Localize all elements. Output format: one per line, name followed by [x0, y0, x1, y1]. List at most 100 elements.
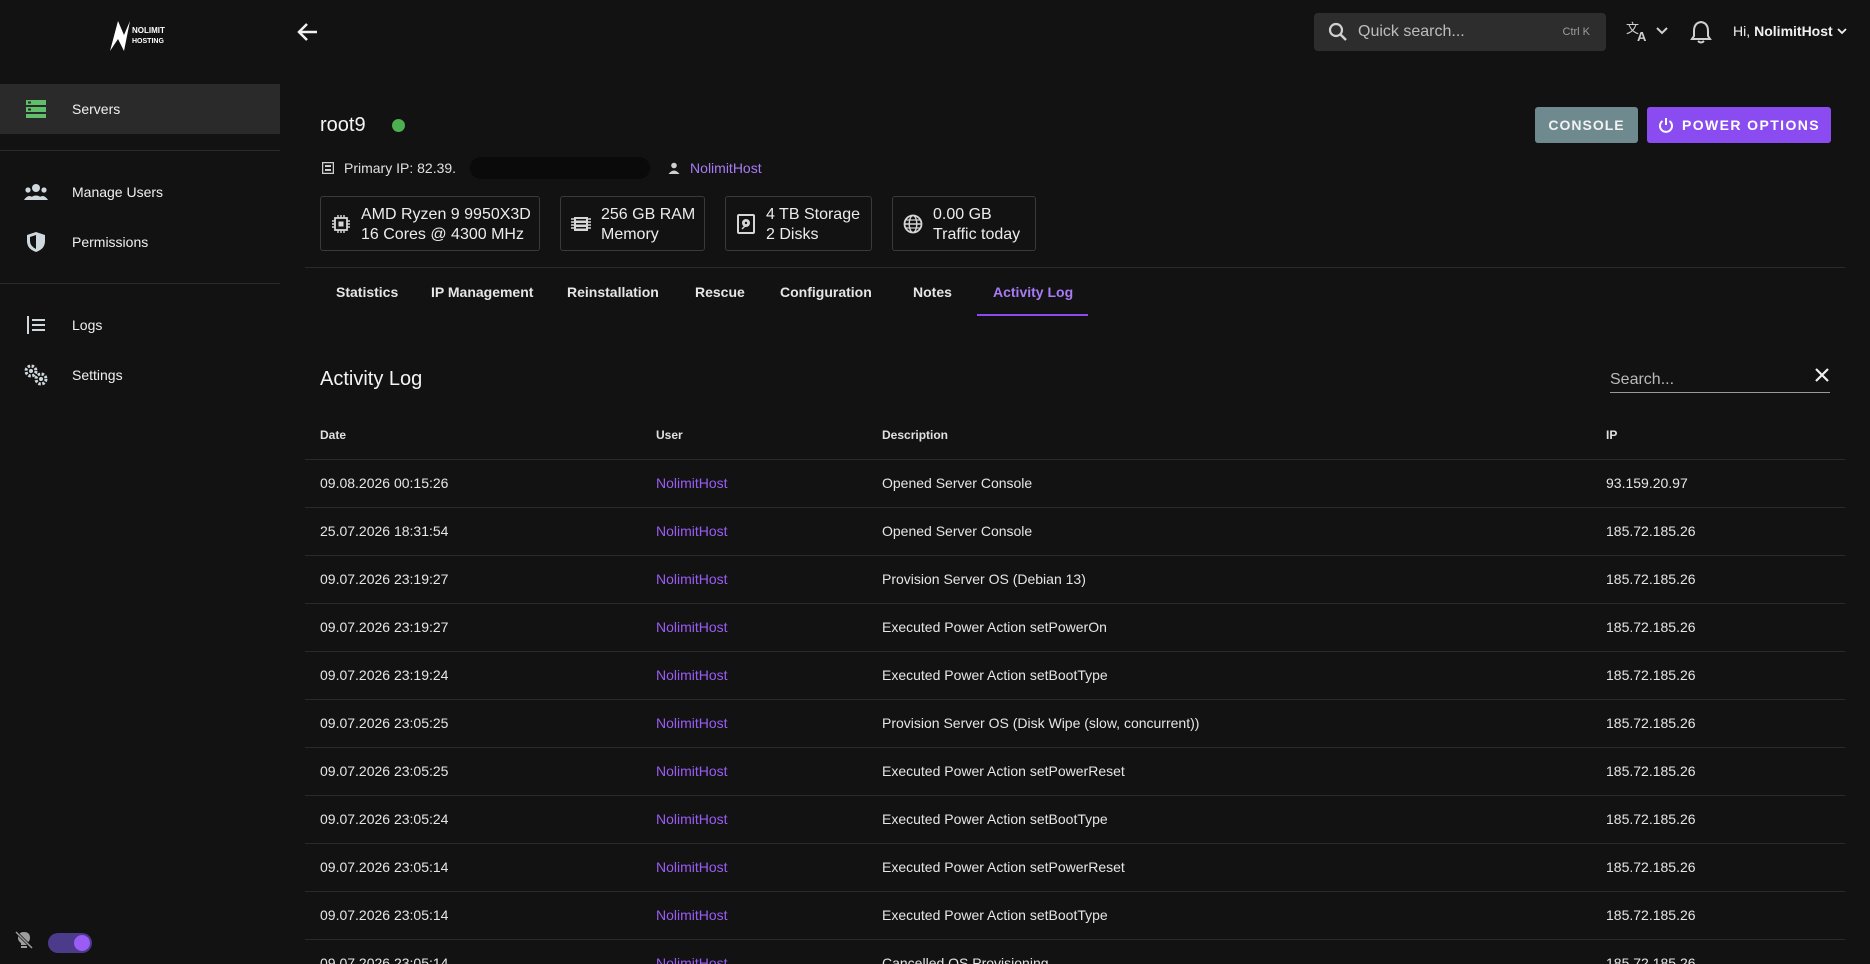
- cell-user[interactable]: NolimitHost: [656, 571, 728, 587]
- sidebar: NOLIMIT HOSTING Servers Manage Users Per…: [0, 0, 280, 964]
- table-row: 09.07.2026 23:05:25 NolimitHost Executed P…: [305, 747, 1845, 795]
- cell-date: 09.07.2026 23:19:27: [320, 619, 449, 635]
- cell-date: 09.07.2026 23:19:24: [320, 667, 449, 683]
- cell-ip: 185.72.185.26: [1606, 955, 1696, 964]
- cell-date: 09.07.2026 23:05:24: [320, 811, 449, 827]
- traffic-amount: 0.00 GB: [933, 206, 992, 223]
- tab-ip-management[interactable]: IP Management: [431, 284, 533, 300]
- cpu-model: AMD Ryzen 9 9950X3D: [361, 206, 531, 223]
- tab-statistics[interactable]: Statistics: [336, 284, 398, 300]
- cell-user[interactable]: NolimitHost: [656, 955, 728, 964]
- console-button[interactable]: CONSOLE: [1535, 107, 1638, 143]
- tab-notes[interactable]: Notes: [913, 284, 952, 300]
- cell-description: Executed Power Action setPowerReset: [882, 859, 1125, 875]
- notifications-button[interactable]: [1690, 20, 1712, 49]
- cell-user[interactable]: NolimitHost: [656, 667, 728, 683]
- shield-icon: [24, 232, 48, 252]
- sidebar-item-settings[interactable]: Settings: [0, 350, 280, 400]
- column-header-ip[interactable]: IP: [1606, 428, 1617, 442]
- cpu-icon: [331, 214, 351, 234]
- cell-ip: 185.72.185.26: [1606, 811, 1696, 827]
- table-row: 25.07.2026 18:31:54 NolimitHost Opened Ser…: [305, 507, 1845, 555]
- svg-text:HOSTING: HOSTING: [132, 38, 164, 45]
- greeting: Hi,: [1733, 23, 1751, 39]
- cell-date: 09.08.2026 00:15:26: [320, 475, 449, 491]
- chevron-down-icon: [1837, 27, 1847, 34]
- tab-reinstallation[interactable]: Reinstallation: [567, 284, 659, 300]
- cell-user[interactable]: NolimitHost: [656, 859, 728, 875]
- cell-description: Executed Power Action setBootType: [882, 907, 1108, 923]
- tab-rescue[interactable]: Rescue: [695, 284, 745, 300]
- cell-ip: 185.72.185.26: [1606, 763, 1696, 779]
- cell-date: 09.07.2026 23:05:14: [320, 859, 449, 875]
- users-icon: [24, 182, 48, 202]
- cell-user[interactable]: NolimitHost: [656, 763, 728, 779]
- memory-icon: [571, 214, 591, 234]
- close-icon: [1815, 368, 1829, 382]
- user-menu[interactable]: Hi, NolimitHost: [1733, 23, 1847, 39]
- chevron-down-icon: [1656, 27, 1668, 35]
- cell-ip: 185.72.185.26: [1606, 859, 1696, 875]
- sidebar-item-manage-users[interactable]: Manage Users: [0, 167, 280, 217]
- section-title: Activity Log: [320, 368, 423, 390]
- quick-search-input[interactable]: Quick search... Ctrl K: [1314, 13, 1606, 51]
- cell-description: Opened Server Console: [882, 523, 1033, 539]
- storage-size: 4 TB Storage: [766, 206, 860, 223]
- cell-user[interactable]: NolimitHost: [656, 907, 728, 923]
- cell-ip: 185.72.185.26: [1606, 715, 1696, 731]
- owner-link[interactable]: NolimitHost: [690, 160, 762, 176]
- disk-count: 2 Disks: [766, 226, 819, 243]
- bell-icon: [1690, 20, 1712, 44]
- online-status-indicator: [391, 119, 405, 132]
- sidebar-item-label: Manage Users: [72, 184, 164, 200]
- primary-ip: Primary IP: 82.39.: [344, 160, 457, 176]
- brand-logo[interactable]: NOLIMIT HOSTING: [104, 16, 176, 56]
- cell-description: Cancelled OS Provisioning: [882, 955, 1049, 964]
- server-meta-row: Primary IP: 82.39. NolimitHost: [322, 157, 762, 179]
- column-header-user[interactable]: User: [656, 428, 683, 442]
- column-header-date[interactable]: Date: [320, 428, 346, 442]
- no-lightbulb-icon: [14, 930, 34, 955]
- table-row: 09.07.2026 23:05:25 NolimitHost Provision …: [305, 699, 1845, 747]
- cell-ip: 93.159.20.97: [1606, 475, 1688, 491]
- cell-ip: 185.72.185.26: [1606, 667, 1696, 683]
- cell-ip: 185.72.185.26: [1606, 571, 1696, 587]
- clear-search-button[interactable]: [1814, 367, 1830, 388]
- language-selector[interactable]: 文 A: [1626, 20, 1668, 42]
- sidebar-divider: [0, 150, 280, 151]
- cell-description: Provision Server OS (Disk Wipe (slow, co…: [882, 715, 1200, 731]
- sidebar-item-permissions[interactable]: Permissions: [0, 217, 280, 267]
- cell-ip: 185.72.185.26: [1606, 619, 1696, 635]
- list-icon: [24, 315, 48, 335]
- cell-user[interactable]: NolimitHost: [656, 619, 728, 635]
- cell-user[interactable]: NolimitHost: [656, 811, 728, 827]
- tab-activity-log[interactable]: Activity Log: [993, 284, 1073, 300]
- log-search-field: [1610, 365, 1830, 393]
- server-title: root9: [320, 114, 405, 137]
- sidebar-item-label: Servers: [72, 101, 121, 117]
- cell-user[interactable]: NolimitHost: [656, 475, 728, 491]
- sidebar-item-label: Settings: [72, 367, 123, 383]
- cell-description: Provision Server OS (Debian 13): [882, 571, 1086, 587]
- back-button[interactable]: [294, 18, 322, 46]
- log-search-input[interactable]: [1610, 371, 1790, 389]
- toggle-knob: [74, 934, 90, 951]
- spec-storage: 4 TB Storage 2 Disks: [725, 196, 872, 251]
- dark-mode-toggle[interactable]: [48, 932, 92, 953]
- cell-user[interactable]: NolimitHost: [656, 523, 728, 539]
- column-header-description[interactable]: Description: [882, 428, 948, 442]
- tab-configuration[interactable]: Configuration: [780, 284, 872, 300]
- table-row: 09.08.2026 00:15:26 NolimitHost Opened Ser…: [305, 459, 1845, 507]
- power-options-button[interactable]: POWER OPTIONS: [1647, 107, 1831, 143]
- sidebar-item-servers[interactable]: Servers: [0, 84, 280, 134]
- cell-user[interactable]: NolimitHost: [656, 715, 728, 731]
- sidebar-item-label: Permissions: [72, 234, 149, 250]
- traffic-label: Traffic today: [933, 226, 1021, 243]
- table-row: 09.07.2026 23:05:14 NolimitHost Executed P…: [305, 891, 1845, 939]
- spec-cpu: AMD Ryzen 9 9950X3D 16 Cores @ 4300 MHz: [320, 196, 540, 251]
- sidebar-item-logs[interactable]: Logs: [0, 300, 280, 350]
- svg-text:A: A: [1637, 29, 1647, 42]
- spec-traffic: 0.00 GB Traffic today: [892, 196, 1036, 251]
- cell-ip: 185.72.185.26: [1606, 907, 1696, 923]
- app-root: NOLIMIT HOSTING Servers Manage Users Per…: [0, 0, 1870, 964]
